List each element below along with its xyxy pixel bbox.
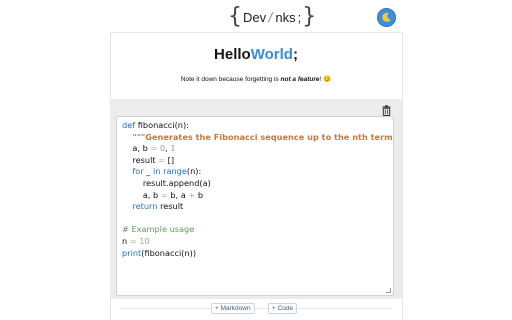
resize-handle[interactable] (386, 288, 391, 293)
code-line: # Example usage (122, 224, 195, 235)
logo-slash: / (267, 10, 275, 24)
tagline-after: ! 😊 (319, 76, 332, 83)
page-title: HelloWorld; (0, 46, 512, 63)
logo-brace-left: { (228, 4, 242, 29)
tagline-before: Note it down because forgetting is (180, 76, 281, 83)
title-part-semicolon: ; (292, 46, 298, 63)
logo-text-left: Dev (243, 9, 267, 25)
code-line: n = 10 (122, 235, 150, 246)
code-line: result.append(a) (122, 177, 211, 188)
code-line: for _ in range(n): (132, 166, 202, 177)
code-line: print(fibonacci(n)) (122, 247, 197, 258)
logo-brace-right: } (302, 4, 317, 29)
add-code-button[interactable]: + Code (268, 303, 298, 314)
code-line: a, b = 0, 1 (122, 143, 176, 154)
code-editor[interactable]: def fibonacci(n): """Generates the Fibon… (116, 116, 394, 296)
title-part-world: World (250, 46, 293, 63)
trash-icon[interactable] (382, 103, 391, 117)
code-line: a, b = b, a + b (122, 189, 204, 200)
tagline-emphasis: not a feature (280, 76, 320, 83)
tagline: Note it down because forgetting is not a… (0, 75, 512, 83)
logo[interactable]: { Dev / nks ; } (228, 6, 316, 28)
code-line: result = [] (122, 154, 175, 165)
moon-icon (382, 12, 391, 22)
logo-semicolon: ; (297, 9, 302, 25)
add-markdown-button[interactable]: + Markdown (211, 303, 255, 314)
code-line: return result (132, 201, 184, 212)
divider (120, 308, 392, 309)
code-line: def fibonacci(n): (122, 120, 189, 130)
theme-toggle-button[interactable] (377, 8, 396, 27)
code-line: """Generates the Fibonacci sequence up t… (132, 131, 394, 142)
logo-text-right: nks (275, 9, 296, 25)
title-part-hello: Hello (214, 46, 251, 63)
